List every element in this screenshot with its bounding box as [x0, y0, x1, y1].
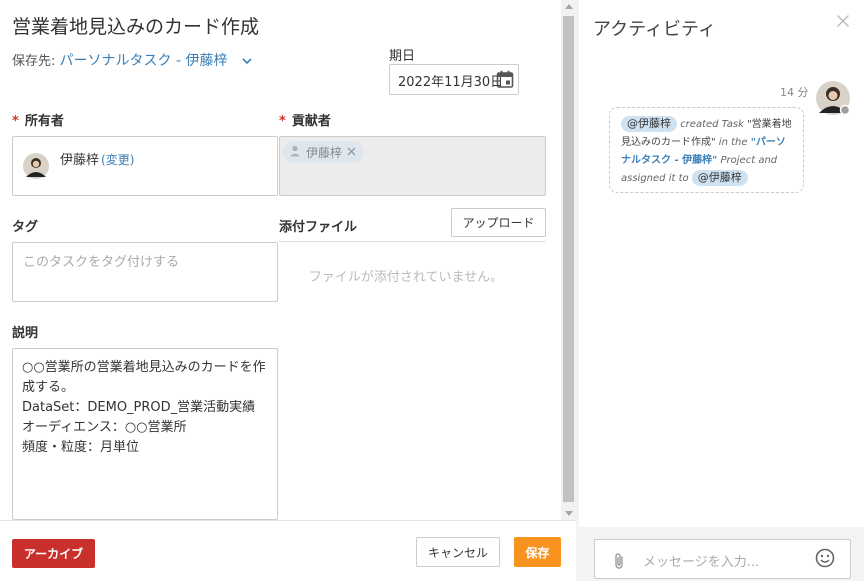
task-editor-panel: 営業着地見込みのカード作成 保存先: パーソナルタスク - 伊藤梓 期日 202…: [0, 0, 576, 581]
message-input[interactable]: メッセージを入力...: [594, 539, 851, 579]
avatar: [23, 153, 49, 183]
due-date-label: 期日: [389, 49, 416, 64]
divider: [279, 241, 546, 242]
no-attachments-text: ファイルが添付されていません。: [308, 270, 504, 285]
attachments-label: 添付ファイル: [279, 220, 358, 235]
scroll-down-icon[interactable]: [565, 511, 573, 516]
scrollbar-thumb[interactable]: [563, 16, 574, 502]
task-title[interactable]: 営業着地見込みのカード作成: [12, 12, 259, 39]
contributors-label: * 貢献者: [279, 114, 331, 129]
activity-title: アクティビティ: [593, 19, 716, 40]
task-form: 営業着地見込みのカード作成 保存先: パーソナルタスク - 伊藤梓 期日 202…: [0, 0, 560, 520]
chevron-down-icon[interactable]: [242, 54, 252, 69]
required-marker: *: [12, 114, 19, 129]
activity-timestamp: 14 分: [780, 86, 809, 99]
save-destination-label: 保存先:: [12, 54, 56, 69]
owner-name: 伊藤梓 (変更): [60, 153, 135, 168]
activity-text: Project: [720, 155, 756, 166]
activity-entry: @伊藤梓 created Task "営業着地見込みのカード作成" in the…: [609, 107, 804, 193]
tags-label: タグ: [12, 220, 39, 235]
emoji-icon[interactable]: [815, 548, 835, 572]
contributor-name: 伊藤梓: [306, 145, 343, 160]
change-owner-link[interactable]: (変更): [101, 153, 134, 167]
paperclip-icon[interactable]: [613, 552, 625, 574]
description-label: 説明: [12, 326, 39, 341]
mention-tag[interactable]: @伊藤梓: [621, 116, 677, 132]
required-marker: *: [279, 114, 286, 129]
scrollbar[interactable]: [561, 0, 576, 520]
save-destination-select[interactable]: パーソナルタスク - 伊藤梓: [60, 53, 228, 69]
tags-placeholder: このタスクをタグ付けする: [23, 255, 180, 270]
contributors-field[interactable]: 伊藤梓: [279, 136, 546, 196]
description-textarea[interactable]: ○○営業所の営業着地見込みのカードを作成する。 DataSet：DEMO_PRO…: [12, 348, 278, 520]
upload-button[interactable]: アップロード: [451, 208, 546, 237]
close-icon[interactable]: [836, 13, 850, 32]
save-button[interactable]: 保存: [514, 537, 561, 567]
due-date-value: 2022年11月30日: [398, 75, 504, 90]
activity-text: in the: [718, 137, 748, 148]
avatar: [815, 80, 851, 120]
archive-button[interactable]: アーカイブ: [12, 539, 95, 568]
cancel-button[interactable]: キャンセル: [416, 537, 500, 567]
owner-label: * 所有者: [12, 114, 64, 129]
contributor-chip: 伊藤梓: [283, 141, 365, 163]
calendar-icon[interactable]: [496, 70, 514, 93]
message-placeholder: メッセージを入力...: [643, 555, 760, 570]
message-composer: メッセージを入力...: [579, 527, 864, 581]
save-destination: 保存先: パーソナルタスク - 伊藤梓: [12, 50, 252, 70]
due-date-input[interactable]: 2022年11月30日: [389, 64, 519, 95]
owner-field[interactable]: 伊藤梓 (変更): [12, 136, 278, 196]
activity-text: created Task: [680, 119, 744, 130]
tags-input[interactable]: このタスクをタグ付けする: [12, 242, 278, 302]
scroll-up-icon[interactable]: [565, 4, 573, 9]
activity-panel: アクティビティ 14 分 @伊藤梓 created Task "営業着地見込みの…: [579, 0, 864, 581]
mention-tag[interactable]: @伊藤梓: [691, 170, 748, 186]
form-footer: アーカイブ キャンセル 保存: [0, 520, 576, 581]
user-icon: [289, 145, 301, 160]
close-icon[interactable]: [347, 145, 356, 159]
